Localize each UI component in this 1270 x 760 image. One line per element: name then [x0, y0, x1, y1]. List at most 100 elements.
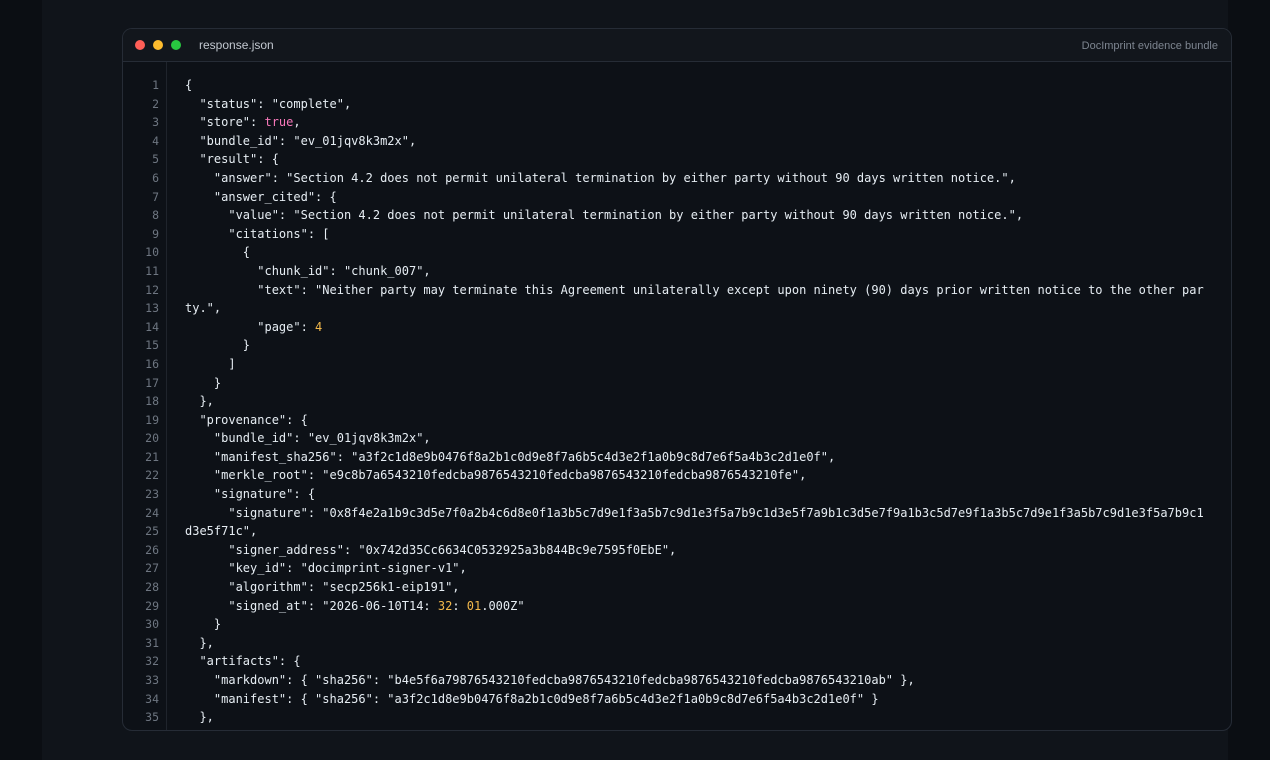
code-line: "signer_address": "0x742d35Cc6634C053292…: [185, 541, 1231, 560]
code-line: "artifacts": {: [185, 652, 1231, 671]
line-number: 11: [145, 263, 159, 278]
code-editor[interactable]: 1 2 3 4 5 6 7 8 9 10 11 12 13 14 15 16 17 18 19 20 21 22 23 24 2…: [123, 62, 1231, 730]
code-token: "signature": "0x8f4e2a1b9c3d5e7f0a2b4c6d…: [185, 505, 1204, 520]
code-token: }: [185, 375, 222, 390]
boolean-token: true: [264, 115, 294, 130]
code-line: "manifest": { "sha256": "a3f2c1d8e9b0476…: [185, 690, 1231, 709]
code-content: { "status": "complete", "store": true, "…: [185, 76, 1231, 727]
code-line: },: [185, 392, 1231, 411]
code-token: ,: [293, 115, 301, 130]
code-line: "value": "Section 4.2 does not permit un…: [185, 206, 1231, 225]
code-line: "store": true,: [185, 113, 1231, 132]
code-token: "manifest_sha256": "a3f2c1d8e9b0476f8a2b…: [185, 449, 836, 464]
line-number: 31: [145, 635, 159, 650]
line-number: 16: [145, 356, 159, 371]
line-number: 33: [145, 673, 159, 687]
line-number: 24: [145, 505, 159, 520]
code-line: },: [185, 634, 1231, 653]
close-window-button[interactable]: [135, 40, 145, 50]
code-token: "status": "complete",: [185, 96, 352, 111]
code-line: "status": "complete",: [185, 95, 1231, 114]
code-token: "artifacts": {: [185, 654, 301, 669]
code-token: "value": "Section 4.2 does not permit un…: [185, 208, 1024, 223]
code-line: "answer_cited": {: [185, 188, 1231, 207]
line-number: 8: [152, 208, 159, 223]
code-line: },: [185, 708, 1231, 727]
maximize-window-button[interactable]: [171, 40, 181, 50]
code-line: "signature": "0x8f4e2a1b9c3d5e7f0a2b4c6d…: [185, 504, 1231, 523]
number-token: 32: [437, 598, 453, 613]
code-line: "page": 4: [185, 318, 1231, 337]
code-line: {: [185, 243, 1231, 262]
code-token: }: [185, 338, 251, 353]
code-token: "markdown": { "sha256": "b4e5f6a79876543…: [185, 673, 915, 687]
code-line: "manifest_sha256": "a3f2c1d8e9b0476f8a2b…: [185, 448, 1231, 467]
code-token: {: [185, 78, 193, 92]
code-token: "merkle_root": "e9c8b7a6543210fedcba9876…: [185, 468, 807, 483]
code-line: "result": {: [185, 150, 1231, 169]
line-number: 35: [145, 710, 159, 725]
code-token: "answer": "Section 4.2 does not permit u…: [185, 170, 1016, 185]
code-token: "algorithm": "secp256k1-eip191",: [185, 580, 460, 595]
line-number: 32: [145, 654, 159, 669]
line-number: 14: [145, 319, 159, 334]
line-number: 10: [145, 245, 159, 260]
code-token: "result": {: [185, 152, 279, 167]
code-token: "chunk_id": "chunk_007",: [185, 263, 431, 278]
code-line: "bundle_id": "ev_01jqv8k3m2x",: [185, 429, 1231, 448]
code-token: {: [185, 245, 251, 260]
code-token: "citations": [: [185, 226, 330, 241]
line-number: 5: [152, 152, 159, 167]
line-number: 2: [152, 96, 159, 111]
line-number: 20: [145, 431, 159, 446]
line-number: 23: [145, 487, 159, 502]
code-token: ]: [185, 356, 236, 371]
code-token: "signature": {: [185, 487, 316, 502]
line-number: 21: [145, 449, 159, 464]
bundle-label: DocImprint evidence bundle: [1081, 40, 1218, 52]
line-number: 9: [152, 226, 159, 241]
code-token: "text": "Neither party may terminate thi…: [185, 282, 1204, 297]
code-line: }: [185, 374, 1231, 393]
minimize-window-button[interactable]: [153, 40, 163, 50]
code-token: }: [185, 617, 222, 632]
line-number: 4: [152, 133, 159, 148]
number-token: 4: [315, 319, 323, 334]
line-number: 17: [145, 375, 159, 390]
line-number: 6: [152, 170, 159, 185]
number-token: 01: [466, 598, 482, 613]
line-number: 28: [145, 580, 159, 595]
code-token: },: [185, 394, 214, 409]
code-line: }: [185, 336, 1231, 355]
code-line: "provenance": {: [185, 411, 1231, 430]
code-token: "bundle_id": "ev_01jqv8k3m2x",: [185, 133, 417, 148]
code-line: "signature": {: [185, 485, 1231, 504]
line-number: 29: [145, 598, 159, 613]
line-number: 3: [152, 115, 159, 130]
code-line: "text": "Neither party may terminate thi…: [185, 281, 1231, 300]
line-number: 7: [152, 189, 159, 204]
code-line: ty.",: [185, 299, 1231, 318]
code-line: "key_id": "docimprint-signer-v1",: [185, 559, 1231, 578]
code-line: "merkle_root": "e9c8b7a6543210fedcba9876…: [185, 466, 1231, 485]
code-token: "provenance": {: [185, 412, 308, 427]
line-number: 15: [145, 338, 159, 353]
code-token: .000Z": [481, 598, 525, 613]
title-bar: response.json DocImprint evidence bundle: [123, 29, 1231, 62]
line-number-gutter: 1 2 3 4 5 6 7 8 9 10 11 12 13 14 15 16 17 18 19 20 21 22 23 24 2…: [123, 62, 167, 730]
line-number: 1: [152, 78, 159, 92]
code-window: response.json DocImprint evidence bundle…: [122, 28, 1232, 731]
code-line: }: [185, 615, 1231, 634]
line-number: 18: [145, 394, 159, 409]
line-number: 19: [145, 412, 159, 427]
code-token: "signed_at": "2026-06-10T14:: [185, 598, 438, 613]
code-token: "manifest": { "sha256": "a3f2c1d8e9b0476…: [185, 691, 879, 706]
code-token: "store":: [185, 115, 265, 130]
code-line: "bundle_id": "ev_01jqv8k3m2x",: [185, 132, 1231, 151]
line-number: 13: [145, 301, 159, 316]
line-number: 30: [145, 617, 159, 632]
code-token: },: [185, 710, 214, 725]
code-token: :: [452, 598, 467, 613]
code-token: d3e5f71c",: [185, 524, 258, 539]
code-line: "algorithm": "secp256k1-eip191",: [185, 578, 1231, 597]
